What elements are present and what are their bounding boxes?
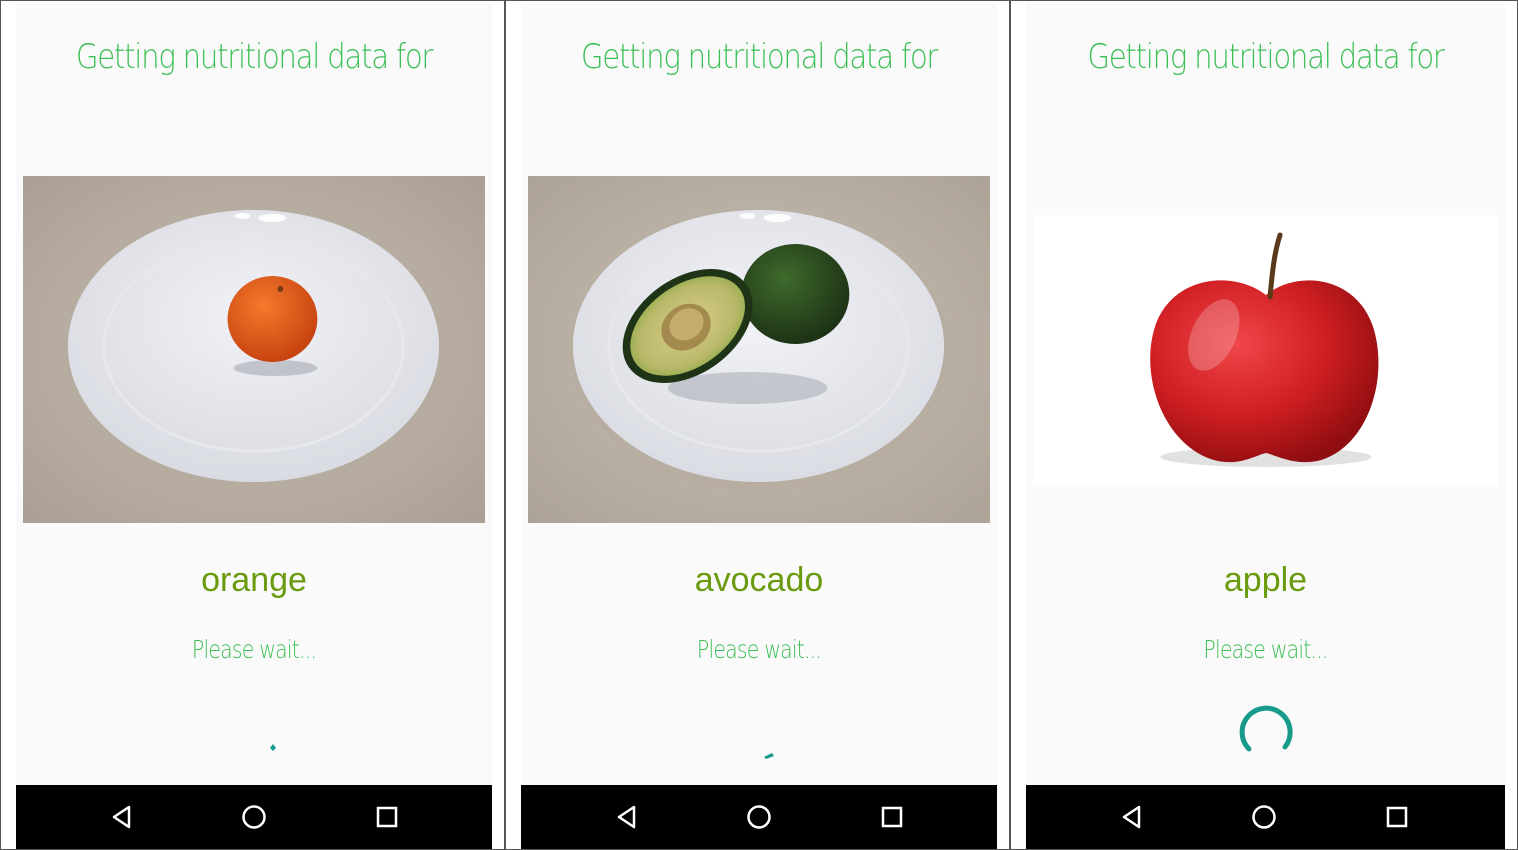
back-triangle-icon [112, 805, 131, 829]
recents-button[interactable] [872, 797, 912, 837]
phone-screen-avocado: Getting nutritional data for avocado Ple… [505, 0, 1010, 850]
page-heading: Getting nutritional data for [75, 37, 434, 77]
phone-screen-orange: Getting nutritional data for orange Plea… [0, 0, 505, 850]
back-triangle-icon [617, 805, 636, 829]
home-circle-icon [242, 805, 266, 829]
android-navigation-bar [1026, 785, 1505, 849]
recents-square-icon [881, 806, 903, 828]
app-screen: Getting nutritional data for apple Pleas… [1026, 3, 1505, 786]
food-name: avocado [694, 561, 824, 599]
home-button[interactable] [739, 797, 779, 837]
page-heading: Getting nutritional data for [1087, 37, 1445, 77]
home-button[interactable] [1244, 797, 1284, 837]
back-button[interactable] [607, 797, 647, 837]
recents-button[interactable] [367, 797, 407, 837]
loading-spinner [1239, 705, 1293, 752]
back-triangle-icon [1122, 805, 1141, 829]
home-button[interactable] [234, 797, 274, 837]
android-navigation-bar [521, 785, 997, 849]
food-photo-avocado [528, 176, 990, 523]
app-screen: Getting nutritional data for [16, 3, 492, 786]
recents-square-icon [1386, 806, 1408, 828]
food-name: apple [1223, 561, 1308, 599]
food-photo-apple [1033, 215, 1498, 485]
food-photo-orange [23, 176, 485, 523]
loading-status: Please wait... [191, 635, 317, 664]
home-circle-icon [747, 805, 771, 829]
back-button[interactable] [102, 797, 142, 837]
recents-button[interactable] [1377, 797, 1417, 837]
recents-square-icon [376, 806, 398, 828]
home-circle-icon [1252, 805, 1276, 829]
page-heading: Getting nutritional data for [580, 37, 939, 77]
food-name: orange [201, 561, 307, 599]
loading-spinner [764, 753, 774, 759]
loading-status: Please wait... [696, 635, 822, 664]
app-screen: Getting nutritional data for [521, 3, 997, 786]
loading-status: Please wait... [1203, 635, 1328, 664]
back-button[interactable] [1112, 797, 1152, 837]
android-navigation-bar [16, 785, 492, 849]
loading-spinner [270, 744, 276, 751]
phone-screen-apple: Getting nutritional data for apple Pleas… [1010, 0, 1518, 850]
